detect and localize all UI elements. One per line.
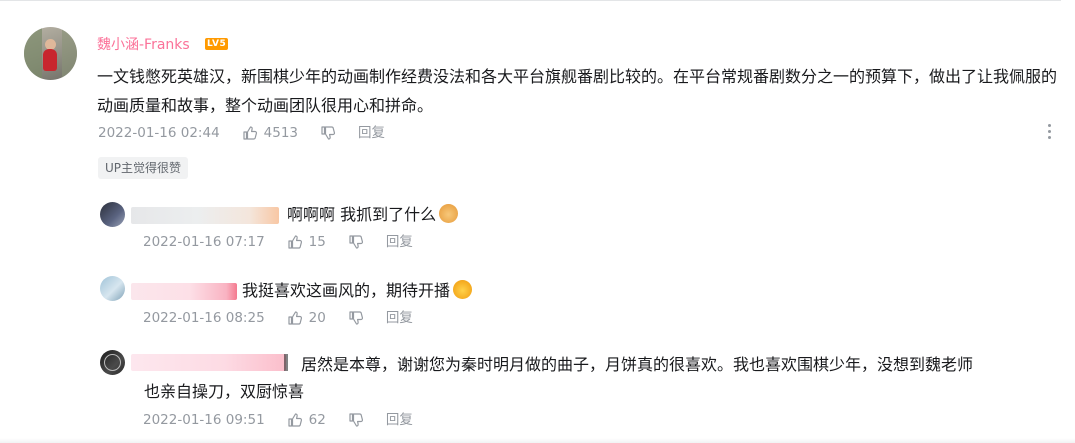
reply-meta: 2022-01-16 08:25 20 回复 [143, 309, 413, 327]
thumbs-down-icon[interactable] [348, 234, 364, 250]
thumbs-down-icon[interactable] [348, 412, 364, 428]
blurred-username[interactable] [131, 354, 286, 371]
like-count: 62 [308, 412, 326, 428]
comment-date: 2022-01-16 02:44 [98, 125, 220, 141]
reply-button[interactable]: 回复 [386, 233, 413, 251]
reply-date: 2022-01-16 07:17 [143, 234, 265, 250]
reply-button[interactable]: 回复 [386, 309, 413, 327]
reply-date: 2022-01-16 09:51 [143, 412, 265, 428]
thumbs-down-icon[interactable] [348, 310, 364, 326]
more-options-icon[interactable] [1046, 124, 1052, 142]
thumbs-up-icon[interactable] [287, 310, 303, 326]
thumbs-up-icon[interactable] [242, 125, 258, 141]
thumbs-up-icon[interactable] [287, 234, 303, 250]
top-divider [0, 0, 1061, 1]
reply-button[interactable]: 回复 [358, 124, 385, 142]
reply-content: 啊啊啊 我抓到了什么 [287, 201, 459, 229]
reply-content: 居然是本尊，谢谢您为秦时明月做的曲子，月饼真的很喜欢。我也喜欢围棋少年，没想到魏… [301, 355, 974, 374]
like-count: 4513 [263, 125, 299, 141]
reply-meta: 2022-01-16 09:51 62 回复 [143, 411, 413, 429]
comment-meta: 2022-01-16 02:44 4513 回复 [98, 124, 385, 142]
reply-avatar[interactable] [100, 276, 125, 301]
like-count: 20 [308, 310, 326, 326]
bottom-divider [0, 438, 1075, 443]
username[interactable]: 魏小涵-Franks [97, 36, 190, 54]
blurred-username[interactable] [131, 283, 237, 300]
reply-date: 2022-01-16 08:25 [143, 310, 265, 326]
thumbs-down-icon[interactable] [320, 125, 336, 141]
like-count: 15 [308, 234, 326, 250]
reply-content: 我挺喜欢这画风的，期待开播 [242, 277, 473, 305]
level-badge: LV5 [205, 38, 229, 50]
dog-face-emoji [439, 204, 459, 223]
reply-avatar[interactable] [100, 202, 125, 227]
comment-content: 一文钱憋死英雄汉，新围棋少年的动画制作经费没法和各大平台旗舰番剧比较的。在平台常… [97, 67, 1058, 115]
shocked-face-emoji [453, 280, 473, 299]
reply-avatar[interactable] [100, 350, 125, 375]
avatar[interactable] [24, 27, 77, 80]
reply-meta: 2022-01-16 07:17 15 回复 [143, 233, 413, 251]
up-liked-tag: UP主觉得很赞 [98, 157, 189, 179]
thumbs-up-icon[interactable] [287, 412, 303, 428]
reply-content-continued: 也亲自操刀，双厨惊喜 [144, 382, 305, 401]
reply-button[interactable]: 回复 [386, 411, 413, 429]
blurred-username[interactable] [131, 207, 279, 224]
